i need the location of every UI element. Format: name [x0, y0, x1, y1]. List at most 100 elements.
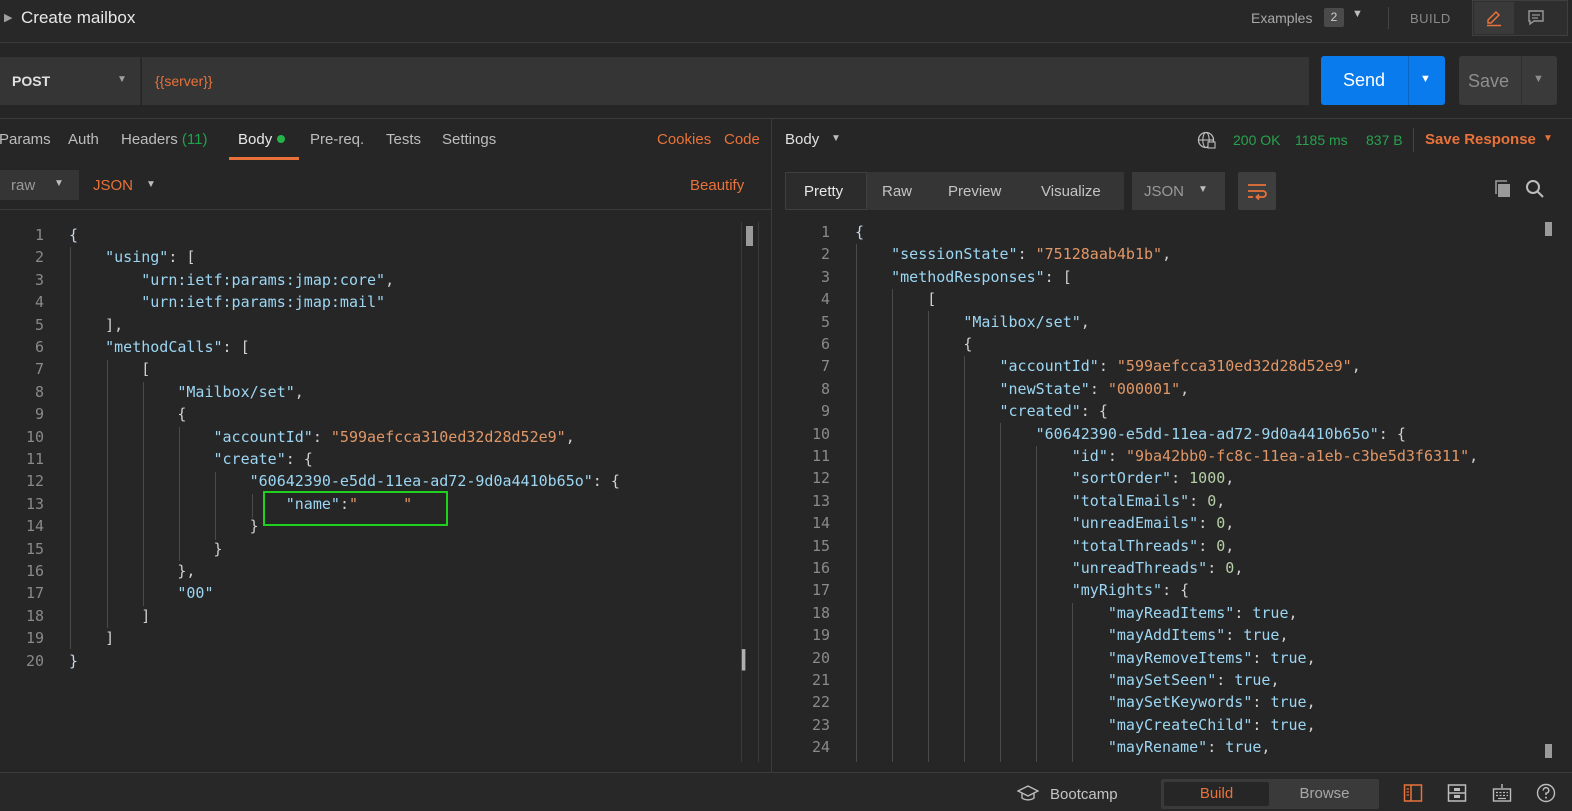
code-punctuation-token: :	[1171, 469, 1190, 488]
tab-auth[interactable]: Auth	[68, 131, 99, 148]
code-punctuation-token: ,	[1180, 379, 1190, 398]
view-raw[interactable]: Raw	[882, 183, 912, 200]
code-punctuation-token	[69, 450, 214, 468]
code-line: "mayRemoveItems": true,	[855, 649, 1316, 667]
code-line: [	[69, 360, 150, 378]
code-punctuation-token: :	[1225, 626, 1244, 645]
tab-params[interactable]: Params	[0, 131, 51, 148]
copy-icon[interactable]	[1493, 179, 1513, 199]
code-key-token: true	[1243, 626, 1280, 645]
code-key-token: true	[1270, 693, 1307, 712]
line-number: 13	[811, 491, 830, 510]
expand-icon[interactable]: ▶	[4, 11, 12, 24]
line-number: 15	[811, 536, 830, 555]
globe-lock-icon[interactable]	[1197, 131, 1217, 151]
code-line: }	[69, 517, 259, 535]
view-visualize[interactable]: Visualize	[1041, 183, 1101, 200]
status-bar: Bootcamp Build Browse	[0, 772, 1572, 811]
chevron-down-icon[interactable]: ▼	[831, 133, 841, 144]
code-punctuation-token: ,	[1288, 603, 1298, 622]
method-select[interactable]: POST ▼	[0, 57, 141, 105]
code-punctuation-token: : {	[1080, 402, 1108, 421]
chevron-down-icon[interactable]: ▼	[1352, 8, 1363, 20]
code-line: {	[69, 405, 186, 423]
scrollbar-track[interactable]	[741, 222, 759, 762]
edit-mode-button[interactable]	[1474, 2, 1514, 34]
send-label: Send	[1343, 70, 1386, 90]
request-title[interactable]: Create mailbox	[21, 8, 135, 28]
graduation-cap-icon[interactable]	[1017, 785, 1039, 803]
two-pane-view-icon[interactable]	[1403, 783, 1423, 803]
response-time[interactable]: 1185 ms	[1295, 132, 1348, 148]
code-punctuation-token: :	[1017, 245, 1036, 264]
keyboard-icon[interactable]	[1492, 783, 1512, 803]
code-punctuation-token	[855, 313, 963, 331]
examples-button[interactable]: Examples	[1251, 10, 1312, 26]
title-bar: ▶ Create mailbox Examples 2 ▼ BUILD	[0, 0, 1572, 43]
code-number-token: 0	[1216, 514, 1226, 533]
response-body-viewer[interactable]: 1 2 3 4 5 6 7 8 9 10 11 12 13 14 15 16 17 18 19 20 21 22 23 24{…	[772, 211, 1542, 771]
scrollbar-end	[1545, 744, 1552, 758]
response-size[interactable]: 837 B	[1366, 132, 1403, 148]
response-body-label[interactable]: Body	[785, 131, 819, 148]
save-button[interactable]: Save ▼	[1459, 56, 1557, 105]
code-key-token: "mayAddItems"	[1107, 626, 1226, 645]
divider	[1388, 7, 1389, 29]
line-number: 4	[820, 290, 830, 309]
request-tabs: Params Auth Headers (11) Body Pre-req. T…	[0, 120, 771, 162]
layout-icon[interactable]	[1447, 783, 1467, 803]
tab-prereq[interactable]: Pre-req.	[310, 131, 364, 148]
body-mode-select[interactable]: raw ▼	[0, 170, 79, 200]
tab-body[interactable]: Body	[238, 131, 286, 148]
build-mode-label: BUILD	[1410, 11, 1451, 26]
indent-guide	[1036, 446, 1037, 762]
cookies-link[interactable]: Cookies	[657, 131, 711, 148]
tab-tests[interactable]: Tests	[386, 131, 421, 148]
line-number: 3	[820, 267, 830, 286]
save-response-button[interactable]: Save Response	[1425, 131, 1536, 148]
code-number-token: 0	[1207, 491, 1217, 510]
help-icon[interactable]	[1536, 783, 1556, 803]
code-number-token: 1000	[1189, 469, 1226, 488]
code-key-token: "60642390-e5dd-11ea-ad72-9d0a4410b65o"	[1035, 424, 1379, 443]
scrollbar-thumb[interactable]	[1545, 222, 1552, 236]
code-punctuation-token	[69, 383, 177, 401]
code-line: }	[69, 540, 222, 558]
body-language-select[interactable]: JSON	[93, 177, 133, 194]
code-punctuation-token: ,	[294, 382, 304, 401]
wrap-lines-button[interactable]	[1238, 172, 1276, 210]
line-number: 9	[820, 402, 830, 421]
chevron-down-icon[interactable]: ▼	[1543, 133, 1553, 144]
code-punctuation-token	[69, 338, 105, 356]
code-punctuation-token: : [	[168, 248, 196, 267]
status-code[interactable]: 200 OK	[1233, 132, 1280, 148]
code-link[interactable]: Code	[724, 131, 760, 148]
url-input[interactable]: {{server}}	[142, 57, 1309, 105]
beautify-button[interactable]: Beautify	[690, 177, 744, 194]
response-format-select[interactable]: JSON ▼	[1132, 172, 1225, 210]
response-header: Body ▼ 200 OK 1185 ms 837 B Save Respons…	[772, 120, 1572, 162]
scrollbar-thumb[interactable]	[746, 226, 753, 246]
chevron-down-icon[interactable]: ▼	[1420, 73, 1431, 85]
code-line: "mayReadItems": true,	[855, 604, 1298, 622]
build-toggle[interactable]: Build	[1164, 782, 1269, 806]
view-preview[interactable]: Preview	[948, 183, 1001, 200]
tab-settings[interactable]: Settings	[442, 131, 496, 148]
indent-guide	[1072, 603, 1073, 762]
comment-mode-button[interactable]	[1516, 2, 1556, 34]
code-key-token: "myRights"	[1071, 581, 1163, 600]
code-number-token: 0	[1225, 559, 1235, 577]
view-pretty[interactable]: Pretty	[804, 183, 843, 200]
tab-headers[interactable]: Headers (11)	[121, 131, 207, 148]
chevron-down-icon[interactable]: ▼	[146, 179, 156, 190]
code-string-token: "599aefcca310ed32d28d52e9"	[1116, 357, 1352, 376]
browse-toggle[interactable]: Browse	[1273, 782, 1376, 806]
code-punctuation-token: :	[1252, 693, 1271, 712]
code-line: "maySetKeywords": true,	[855, 693, 1316, 711]
chevron-down-icon[interactable]: ▼	[1533, 73, 1544, 85]
code-punctuation-token: :	[1207, 738, 1226, 757]
code-punctuation-token: ,	[385, 270, 395, 289]
bootcamp-link[interactable]: Bootcamp	[1050, 786, 1118, 803]
search-icon[interactable]	[1525, 179, 1545, 199]
send-button[interactable]: Send ▼	[1321, 56, 1445, 105]
